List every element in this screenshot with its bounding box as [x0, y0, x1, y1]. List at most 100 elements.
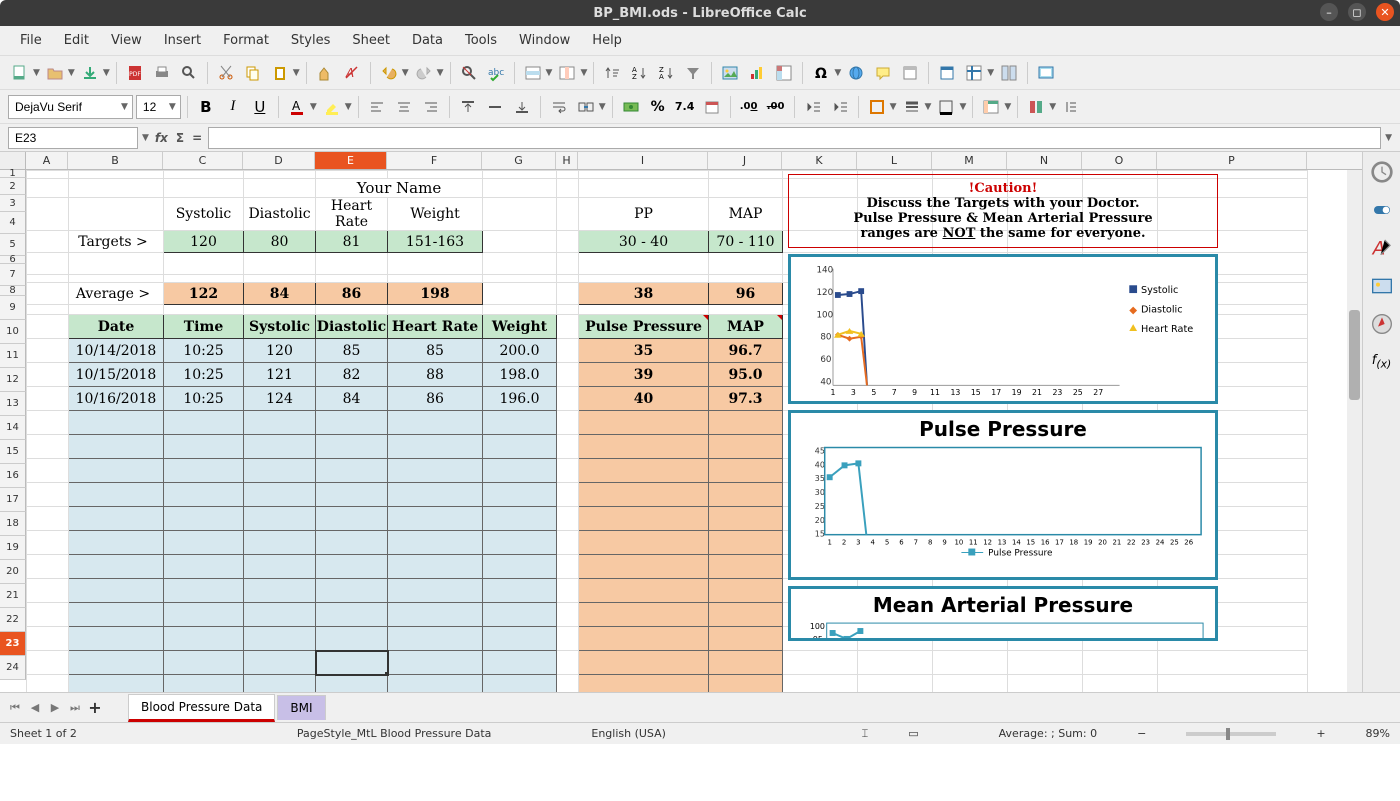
zoom-out-icon[interactable]: −: [1137, 727, 1146, 740]
column-icon[interactable]: [555, 61, 579, 85]
image-icon[interactable]: [718, 61, 742, 85]
date-icon[interactable]: [700, 95, 724, 119]
autofilter-icon[interactable]: [681, 61, 705, 85]
tab-blood-pressure[interactable]: Blood Pressure Data: [128, 694, 275, 722]
valign-bot-icon[interactable]: [510, 95, 534, 119]
zoom-slider[interactable]: [1186, 732, 1276, 736]
underline-icon[interactable]: U: [248, 95, 272, 119]
align-center-icon[interactable]: [392, 95, 416, 119]
menu-file[interactable]: File: [10, 30, 52, 51]
font-color-icon[interactable]: A: [285, 95, 309, 119]
minimize-button[interactable]: –: [1320, 3, 1338, 21]
currency-icon[interactable]: [619, 95, 643, 119]
row-headers[interactable]: 123456789101112131415161718192021222324: [0, 170, 26, 680]
align-right-icon[interactable]: [419, 95, 443, 119]
new-icon[interactable]: [8, 61, 32, 85]
freeze-icon[interactable]: [962, 61, 986, 85]
menu-sheet[interactable]: Sheet: [342, 30, 400, 51]
clear-format-icon[interactable]: A: [340, 61, 364, 85]
comment-icon[interactable]: [871, 61, 895, 85]
print-icon[interactable]: [150, 61, 174, 85]
highlight-icon[interactable]: [320, 95, 344, 119]
menu-help[interactable]: Help: [582, 30, 632, 51]
formula-input[interactable]: [208, 127, 1381, 149]
zoom-in-icon[interactable]: +: [1316, 727, 1325, 740]
maximize-button[interactable]: ◻: [1348, 3, 1366, 21]
sum-icon[interactable]: Σ: [176, 131, 184, 145]
valign-top-icon[interactable]: [456, 95, 480, 119]
menu-format[interactable]: Format: [213, 30, 279, 51]
print-preview-icon[interactable]: [177, 61, 201, 85]
font-size-input[interactable]: ▼: [136, 95, 181, 119]
gallery-icon[interactable]: [1370, 274, 1394, 298]
navigator-icon[interactable]: [1370, 312, 1394, 336]
row-icon[interactable]: [521, 61, 545, 85]
add-decimal-icon[interactable]: .00: [737, 95, 761, 119]
menu-insert[interactable]: Insert: [154, 30, 211, 51]
vertical-scrollbar[interactable]: [1347, 170, 1362, 692]
special-char-icon[interactable]: Ω: [809, 61, 833, 85]
align-left-icon[interactable]: [365, 95, 389, 119]
italic-icon[interactable]: I: [221, 95, 245, 119]
functions-icon[interactable]: f(x): [1370, 350, 1394, 374]
paste-icon[interactable]: [268, 61, 292, 85]
sort-desc-icon[interactable]: AZ: [627, 61, 651, 85]
spellcheck-icon[interactable]: abc: [484, 61, 508, 85]
last-icon[interactable]: [1059, 95, 1083, 119]
status-insert-icon[interactable]: ⌶: [862, 727, 869, 741]
open-icon[interactable]: [43, 61, 67, 85]
border-color-icon[interactable]: [934, 95, 958, 119]
menu-styles[interactable]: Styles: [281, 30, 340, 51]
next-tab-icon[interactable]: ▶: [46, 699, 64, 717]
save-icon[interactable]: [78, 61, 102, 85]
menu-edit[interactable]: Edit: [54, 30, 99, 51]
redo-icon[interactable]: [412, 61, 436, 85]
equals-icon[interactable]: =: [192, 131, 202, 145]
status-selection-icon[interactable]: ▭: [908, 727, 918, 740]
indent-inc-icon[interactable]: [828, 95, 852, 119]
menu-tools[interactable]: Tools: [455, 30, 507, 51]
headers-icon[interactable]: [898, 61, 922, 85]
border-style-icon[interactable]: [900, 95, 924, 119]
chart-icon[interactable]: [745, 61, 769, 85]
split-icon[interactable]: [997, 61, 1021, 85]
font-name-input[interactable]: ▼: [8, 95, 133, 119]
borders-icon[interactable]: [865, 95, 889, 119]
cell-reference-input[interactable]: [8, 127, 138, 149]
sort-za-icon[interactable]: ZA: [654, 61, 678, 85]
cond-format-icon[interactable]: [1024, 95, 1048, 119]
menu-data[interactable]: Data: [402, 30, 453, 51]
last-tab-icon[interactable]: ⏭: [66, 699, 84, 717]
first-tab-icon[interactable]: ⏮: [6, 699, 24, 717]
pivot-icon[interactable]: [772, 61, 796, 85]
merge-icon[interactable]: [574, 95, 598, 119]
close-button[interactable]: ✕: [1376, 3, 1394, 21]
clone-format-icon[interactable]: [313, 61, 337, 85]
slider-icon[interactable]: [1370, 198, 1394, 222]
view-icon[interactable]: [1034, 61, 1058, 85]
percent-icon[interactable]: %: [646, 95, 670, 119]
fx-icon[interactable]: fx: [155, 131, 168, 145]
wrap-icon[interactable]: [547, 95, 571, 119]
styles-icon[interactable]: A: [1370, 236, 1394, 260]
autoformat-icon[interactable]: [979, 95, 1003, 119]
chart-pulse-pressure[interactable]: Pulse Pressure 45403530252015 1234567891…: [788, 410, 1218, 580]
indent-dec-icon[interactable]: [801, 95, 825, 119]
add-tab-icon[interactable]: +: [86, 699, 104, 717]
prev-tab-icon[interactable]: ◀: [26, 699, 44, 717]
del-decimal-icon[interactable]: .00: [764, 95, 788, 119]
chart-map[interactable]: Mean Arterial Pressure 10095: [788, 586, 1218, 641]
menu-view[interactable]: View: [101, 30, 152, 51]
properties-icon[interactable]: [1370, 160, 1394, 184]
undo-icon[interactable]: [377, 61, 401, 85]
tab-bmi[interactable]: BMI: [277, 695, 325, 720]
number-icon[interactable]: 7.4: [673, 95, 697, 119]
menu-window[interactable]: Window: [509, 30, 580, 51]
chart-vitals[interactable]: 140120100806040 13579111315171921232527 …: [788, 254, 1218, 404]
pdf-icon[interactable]: PDF: [123, 61, 147, 85]
sort-asc-icon[interactable]: [600, 61, 624, 85]
define-print-icon[interactable]: [935, 61, 959, 85]
find-icon[interactable]: [457, 61, 481, 85]
valign-mid-icon[interactable]: [483, 95, 507, 119]
column-headers[interactable]: ABCDEFGHIJKLMNOP: [0, 152, 1362, 170]
